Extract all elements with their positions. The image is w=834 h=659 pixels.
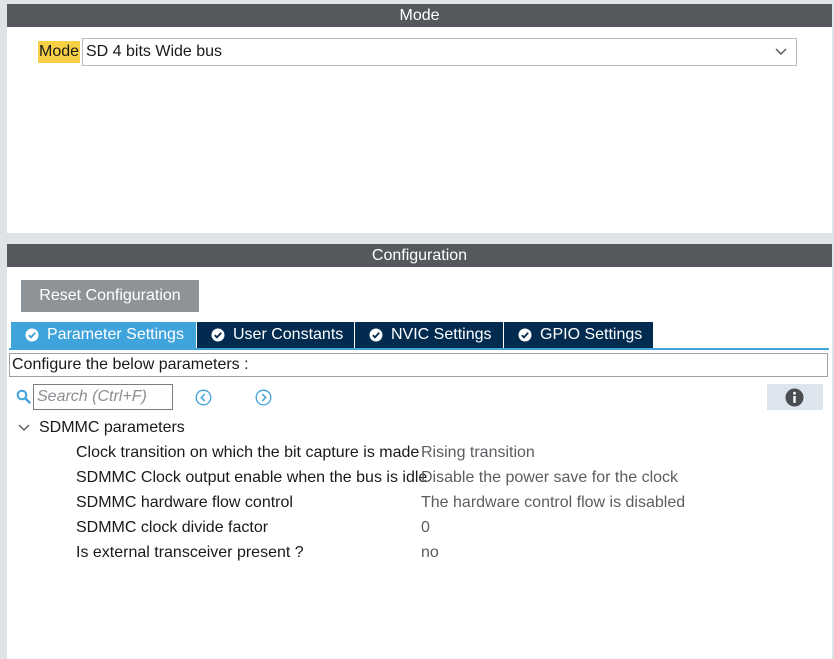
param-value[interactable]: Disable the power save for the clock (421, 467, 678, 489)
param-name: Clock transition on which the bit captur… (76, 444, 420, 461)
tab-user-constants[interactable]: User Constants (197, 322, 355, 348)
param-name: SDMMC Clock output enable when the bus i… (76, 469, 428, 486)
configuration-panel-header: Configuration (7, 244, 832, 267)
mode-panel: Mode Mode SD 4 bits Wide bus (7, 4, 832, 233)
tab-parameter-settings[interactable]: Parameter Settings (11, 322, 197, 348)
mode-panel-header: Mode (7, 4, 832, 27)
search-icon (16, 389, 31, 404)
param-name: SDMMC clock divide factor (76, 519, 269, 536)
mode-select[interactable]: SD 4 bits Wide bus (82, 38, 797, 66)
configuration-panel: Configuration Reset Configuration Parame… (7, 244, 832, 659)
configure-description: Configure the below parameters : (9, 353, 828, 377)
check-circle-icon (518, 328, 532, 342)
settings-tabs: Parameter Settings User Constants NVIC S… (11, 322, 653, 348)
mode-row: Mode (38, 38, 81, 66)
arrow-left-circle-icon[interactable] (195, 389, 212, 406)
tab-gpio-settings[interactable]: GPIO Settings (504, 322, 653, 348)
chevron-down-icon (775, 48, 787, 55)
param-value[interactable]: no (421, 542, 439, 564)
tab-label: NVIC Settings (391, 326, 492, 343)
param-row-clock-transition[interactable]: Clock transition on which the bit captur… (76, 442, 816, 464)
param-value[interactable]: Rising transition (421, 442, 535, 464)
param-name: SDMMC hardware flow control (76, 494, 293, 511)
param-name: Is external transceiver present ? (76, 544, 304, 561)
mode-select-value: SD 4 bits Wide bus (86, 43, 223, 60)
check-circle-icon (369, 328, 383, 342)
param-row-external-transceiver[interactable]: Is external transceiver present ? no (76, 542, 816, 564)
info-button[interactable] (767, 384, 823, 410)
search-input[interactable] (33, 384, 173, 410)
mode-label: Mode (38, 41, 81, 63)
reset-configuration-button[interactable]: Reset Configuration (21, 280, 199, 312)
info-icon (785, 388, 804, 407)
tab-nvic-settings[interactable]: NVIC Settings (355, 322, 504, 348)
param-row-clock-output-enable[interactable]: SDMMC Clock output enable when the bus i… (76, 467, 816, 489)
tab-label: Parameter Settings (47, 326, 184, 343)
param-value[interactable]: 0 (421, 517, 430, 539)
arrow-right-circle-icon[interactable] (255, 389, 272, 406)
group-label: SDMMC parameters (39, 419, 185, 436)
chevron-down-icon (18, 424, 30, 431)
param-row-clock-divide-factor[interactable]: SDMMC clock divide factor 0 (76, 517, 816, 539)
check-circle-icon (211, 328, 225, 342)
check-circle-icon (25, 328, 39, 342)
param-row-hardware-flow-control[interactable]: SDMMC hardware flow control The hardware… (76, 492, 816, 514)
tab-body-border (9, 348, 829, 350)
param-value[interactable]: The hardware control flow is disabled (421, 492, 685, 514)
sdmmc-parameters-group[interactable]: SDMMC parameters (17, 418, 185, 438)
tab-label: GPIO Settings (540, 326, 643, 343)
tab-label: User Constants (233, 326, 344, 343)
